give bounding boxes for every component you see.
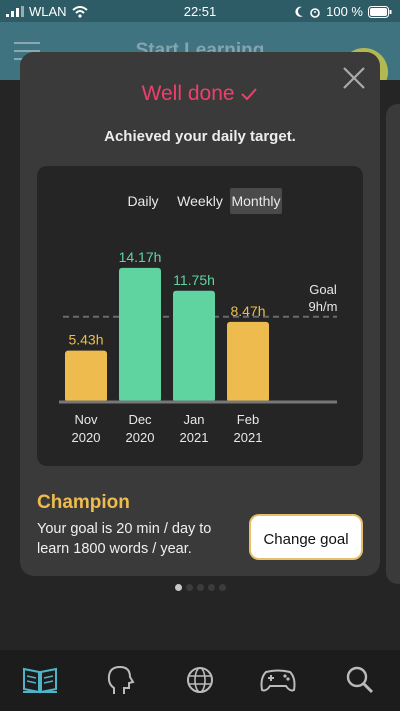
x-tick-year: 2021 <box>180 430 209 445</box>
bottom-tab-bar <box>0 650 400 711</box>
goal-label: Goal <box>309 282 337 297</box>
x-tick-month: Feb <box>237 412 259 427</box>
search-icon[interactable] <box>340 664 380 696</box>
bar-2 <box>173 290 215 402</box>
goal-description: Your goal is 20 min / day to learn 1800 … <box>37 521 212 557</box>
x-tick-month: Nov <box>74 412 98 427</box>
battery-percent: 100 % <box>326 4 363 19</box>
x-tick-year: 2020 <box>72 430 101 445</box>
x-tick-year: 2021 <box>234 430 263 445</box>
page-dot <box>185 584 193 591</box>
x-tick-year: 2020 <box>126 430 155 445</box>
x-tick-month: Dec <box>128 412 152 427</box>
page-dot <box>196 584 204 591</box>
checkmark-icon <box>241 88 258 101</box>
chart-panel: Daily Weekly Monthly Goal 9h/m 5.43h Nov 202… <box>37 166 363 466</box>
modal-heading-text: Well done <box>141 82 235 105</box>
globe-icon[interactable] <box>180 664 220 696</box>
change-goal-button[interactable]: Change goal <box>249 514 363 560</box>
achievement-modal: Well done Achieved your daily target. Da… <box>20 52 380 576</box>
head-icon[interactable] <box>100 664 140 696</box>
gamepad-icon[interactable] <box>258 664 298 696</box>
bar-3 <box>227 321 269 402</box>
goal-value-label: 9h/m <box>309 299 338 314</box>
bar-value-label: 14.17h <box>119 249 162 265</box>
page-indicator <box>0 578 400 596</box>
page-dot <box>218 584 226 591</box>
bar-value-label: 8.47h <box>230 303 265 319</box>
bar-value-label: 11.75h <box>173 272 215 288</box>
next-card-peek <box>386 104 400 584</box>
monthly-bar-chart: Goal 9h/m 5.43h Nov 2020 14.17h Dec 2020 11.75h J… <box>59 249 338 445</box>
page-dot <box>207 584 215 591</box>
bar-0 <box>65 350 107 402</box>
moon-icon <box>295 6 304 17</box>
alarm-icon <box>310 7 320 18</box>
level-title: Champion <box>37 492 130 513</box>
status-right: 100 % <box>294 4 392 19</box>
modal-subtitle: Achieved your daily target. <box>104 128 296 145</box>
battery-icon <box>368 5 392 18</box>
status-bar: WLAN 22:51 100 % <box>0 0 400 22</box>
book-icon[interactable] <box>20 664 60 696</box>
page-dot <box>174 584 182 591</box>
modal-heading: Well done <box>20 82 380 106</box>
bar-value-label: 5.43h <box>68 332 103 348</box>
bar-1 <box>119 267 161 402</box>
x-tick-month: Jan <box>184 412 205 427</box>
